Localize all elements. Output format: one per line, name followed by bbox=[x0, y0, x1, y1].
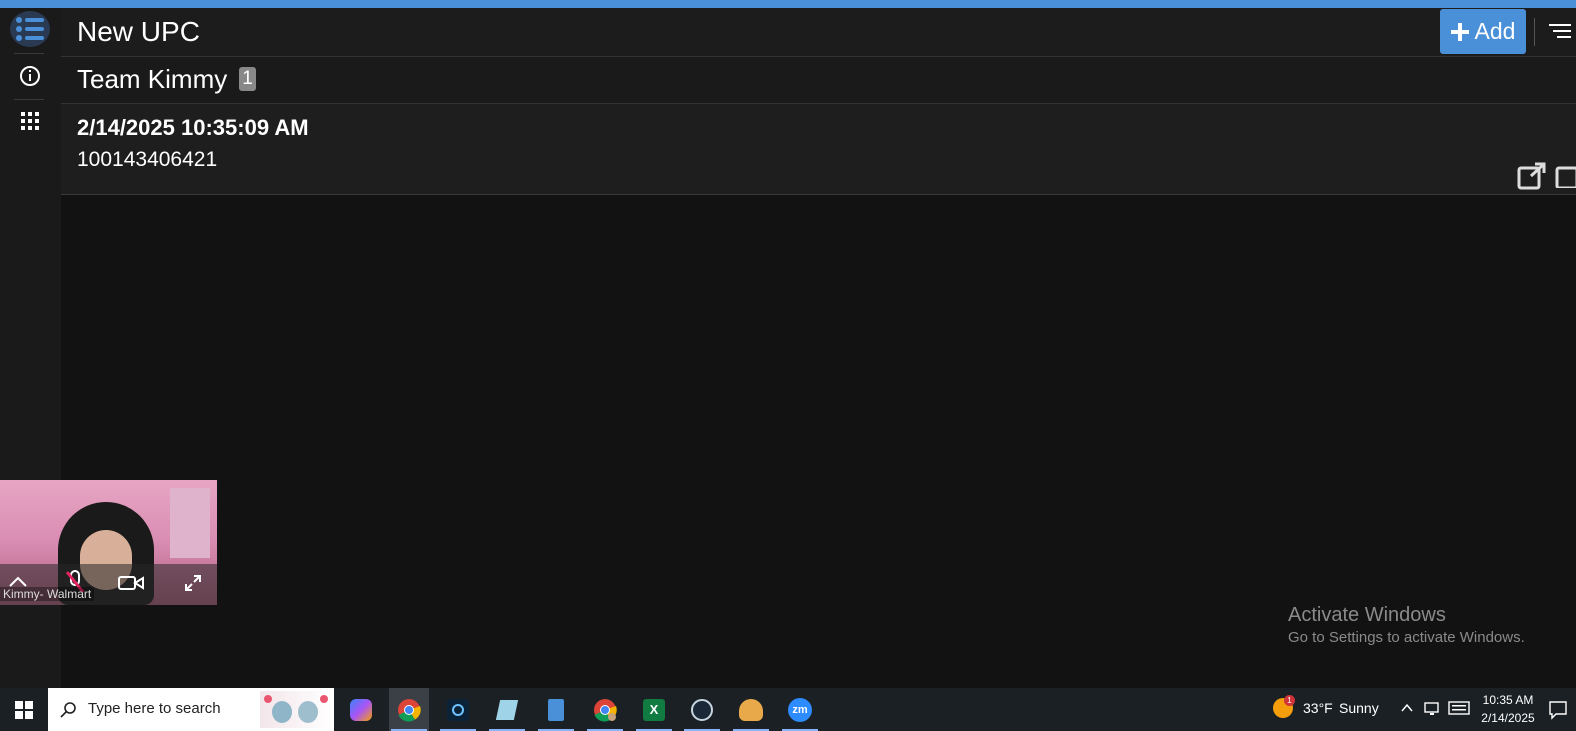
participant-label: Kimmy- Walmart bbox=[0, 587, 95, 601]
search-placeholder: Type here to search bbox=[88, 700, 221, 717]
entry-timestamp: 2/14/2025 10:35:09 AM bbox=[77, 115, 309, 140]
app-grid-icon[interactable] bbox=[438, 688, 478, 731]
taskbar-search-box[interactable]: Type here to search bbox=[48, 688, 334, 731]
weather-temp: 33°F bbox=[1303, 700, 1333, 716]
clock-date: 2/14/2025 bbox=[1481, 711, 1535, 725]
search-icon bbox=[60, 702, 76, 718]
start-button[interactable] bbox=[0, 688, 48, 731]
sidebar-divider bbox=[14, 99, 44, 100]
notes-icon[interactable] bbox=[487, 688, 527, 731]
steam-icon[interactable] bbox=[682, 688, 722, 731]
edit-icon[interactable] bbox=[1555, 164, 1576, 188]
page-header: New UPC Add bbox=[61, 8, 1576, 57]
team-count-badge: 1 bbox=[239, 67, 256, 91]
info-button[interactable] bbox=[8, 56, 52, 96]
zoom-icon[interactable]: zm bbox=[780, 688, 820, 731]
video-camera-icon[interactable] bbox=[118, 575, 144, 591]
list-item[interactable]: 2/14/2025 10:35:09 AM 100143406421 bbox=[61, 104, 1576, 195]
expand-icon[interactable] bbox=[184, 574, 202, 592]
filter-icon[interactable] bbox=[1549, 22, 1571, 40]
video-call-window[interactable]: Kimmy- Walmart bbox=[0, 480, 217, 605]
menu-list-button[interactable] bbox=[8, 9, 52, 49]
windows-logo-icon bbox=[15, 700, 33, 719]
search-highlight-birds bbox=[260, 691, 332, 728]
excel-icon[interactable]: X bbox=[634, 688, 674, 731]
copilot-icon[interactable] bbox=[341, 688, 381, 731]
game-icon[interactable] bbox=[731, 688, 771, 731]
page-title: New UPC bbox=[77, 16, 200, 47]
sidebar-divider bbox=[14, 53, 44, 54]
add-button-label: Add bbox=[1474, 18, 1516, 44]
external-link-icon[interactable] bbox=[1517, 162, 1547, 190]
weather-widget[interactable]: 1 33°F Sunny bbox=[1270, 688, 1390, 731]
chrome-profile-icon[interactable] bbox=[585, 688, 625, 731]
plus-icon bbox=[1450, 22, 1469, 41]
header-divider bbox=[1534, 18, 1535, 46]
info-icon bbox=[20, 66, 40, 86]
apps-button[interactable] bbox=[8, 101, 52, 141]
add-button[interactable]: Add bbox=[1440, 9, 1526, 54]
weather-desc: Sunny bbox=[1339, 700, 1379, 716]
activate-windows-watermark: Activate Windows Go to Settings to activ… bbox=[1288, 604, 1525, 646]
notifications-icon[interactable] bbox=[1548, 700, 1568, 720]
keyboard-icon[interactable] bbox=[1448, 701, 1470, 715]
calculator-icon[interactable] bbox=[536, 688, 576, 731]
activate-subtitle: Go to Settings to activate Windows. bbox=[1288, 629, 1525, 646]
entry-upc: 100143406421 bbox=[77, 148, 218, 171]
background-shelf bbox=[170, 488, 210, 558]
list-icon bbox=[16, 17, 44, 41]
activate-title: Activate Windows bbox=[1288, 604, 1446, 626]
team-row[interactable]: Team Kimmy 1 bbox=[61, 57, 1576, 104]
top-accent-bar bbox=[0, 0, 1576, 8]
taskbar: Type here to search X zm 1 33°F Sunny 10… bbox=[0, 688, 1576, 731]
clock-time: 10:35 AM bbox=[1482, 693, 1534, 707]
taskbar-clock[interactable]: 10:35 AM 2/14/2025 bbox=[1476, 691, 1540, 727]
team-name: Team Kimmy bbox=[77, 64, 228, 94]
weather-alert-badge: 1 bbox=[1284, 695, 1295, 706]
network-icon[interactable] bbox=[1424, 701, 1440, 717]
chevron-up-icon[interactable] bbox=[1401, 703, 1413, 713]
grid-icon bbox=[21, 112, 39, 130]
chrome-icon[interactable] bbox=[389, 688, 429, 731]
